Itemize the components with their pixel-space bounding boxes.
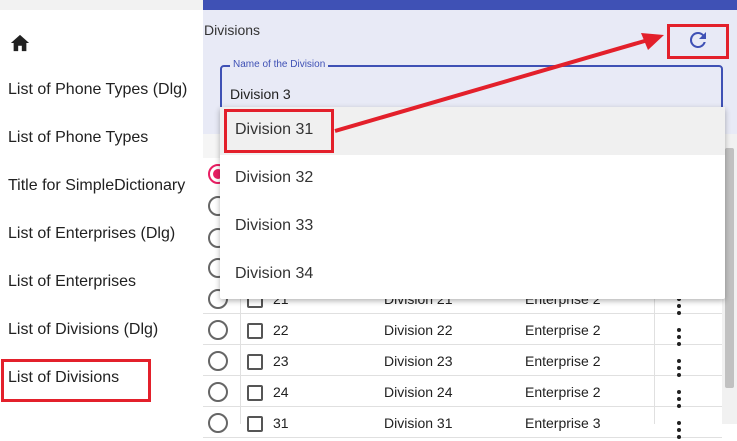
division-name-input[interactable]	[230, 86, 700, 102]
cell-enterprise: Enterprise 2	[525, 353, 601, 369]
row-checkbox[interactable]	[247, 385, 263, 401]
division-name-label: Name of the Division	[230, 59, 329, 70]
app-bar	[203, 0, 737, 10]
row-checkbox[interactable]	[247, 323, 263, 339]
dropdown-option[interactable]: Division 32	[220, 155, 725, 203]
cell-id: 22	[273, 322, 289, 338]
annotation-highlight-box	[224, 109, 334, 153]
cell-enterprise: Enterprise 3	[525, 415, 601, 431]
dropdown-option[interactable]: Division 34	[220, 251, 725, 299]
home-icon[interactable]	[9, 33, 31, 53]
table-row[interactable]: 22 Division 22 Enterprise 2	[203, 314, 722, 346]
sidebar-item-divisions-dlg[interactable]: List of Divisions (Dlg)	[8, 320, 158, 340]
row-checkbox[interactable]	[247, 416, 263, 432]
sidebar-item-phone-types[interactable]: List of Phone Types	[8, 128, 148, 148]
panel-title: Divisions	[204, 22, 261, 38]
sidebar-item-enterprises[interactable]: List of Enterprises	[8, 272, 136, 292]
cell-enterprise: Enterprise 2	[525, 322, 601, 338]
cell-id: 23	[273, 353, 289, 369]
table-row[interactable]: 23 Division 23 Enterprise 2	[203, 345, 722, 377]
sidebar-item-enterprises-dlg[interactable]: List of Enterprises (Dlg)	[8, 224, 175, 244]
cell-name: Division 31	[384, 415, 453, 431]
row-radio[interactable]	[208, 413, 228, 433]
sidebar-item-simple-dictionary[interactable]: Title for SimpleDictionary	[8, 176, 185, 196]
scrollbar-thumb[interactable]	[725, 148, 734, 388]
row-radio[interactable]	[208, 320, 228, 340]
sidebar-item-phone-types-dlg[interactable]: List of Phone Types (Dlg)	[8, 80, 187, 100]
table-row[interactable]: 24 Division 24 Enterprise 2	[203, 376, 722, 408]
table-row[interactable]: 31 Division 31 Enterprise 3	[203, 407, 722, 441]
cell-id: 24	[273, 384, 289, 400]
cell-name: Division 22	[384, 322, 453, 338]
sidebar: List of Phone Types (Dlg) List of Phone …	[0, 0, 203, 424]
cell-enterprise: Enterprise 2	[525, 384, 601, 400]
sidebar-top-strip	[0, 0, 203, 10]
row-checkbox[interactable]	[247, 354, 263, 370]
row-radio[interactable]	[208, 351, 228, 371]
annotation-highlight-box	[667, 24, 729, 59]
row-radio[interactable]	[208, 382, 228, 402]
cell-name: Division 23	[384, 353, 453, 369]
dropdown-option[interactable]: Division 33	[220, 203, 725, 251]
cell-name: Division 24	[384, 384, 453, 400]
more-vert-icon[interactable]	[676, 421, 682, 441]
annotation-highlight-box	[1, 359, 151, 402]
cell-id: 31	[273, 415, 289, 431]
